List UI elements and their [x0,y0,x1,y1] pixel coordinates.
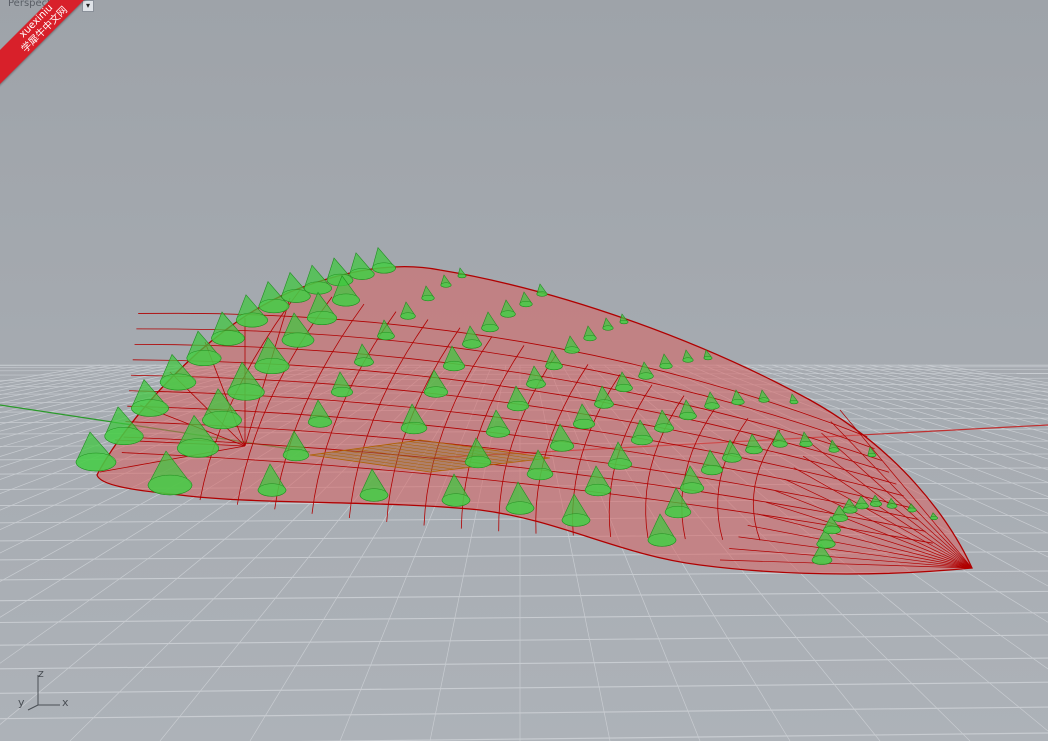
axis-label-z: z [38,667,44,680]
viewport-menu-button[interactable]: ▾ [82,0,94,12]
rhino-perspective-viewport[interactable]: Perspective ▾ xuexiniu 学犀牛中文网 z y x [0,0,1048,741]
axis-label-x: x [62,696,69,709]
viewport-canvas[interactable] [0,0,1048,741]
axis-label-y: y [18,696,25,709]
